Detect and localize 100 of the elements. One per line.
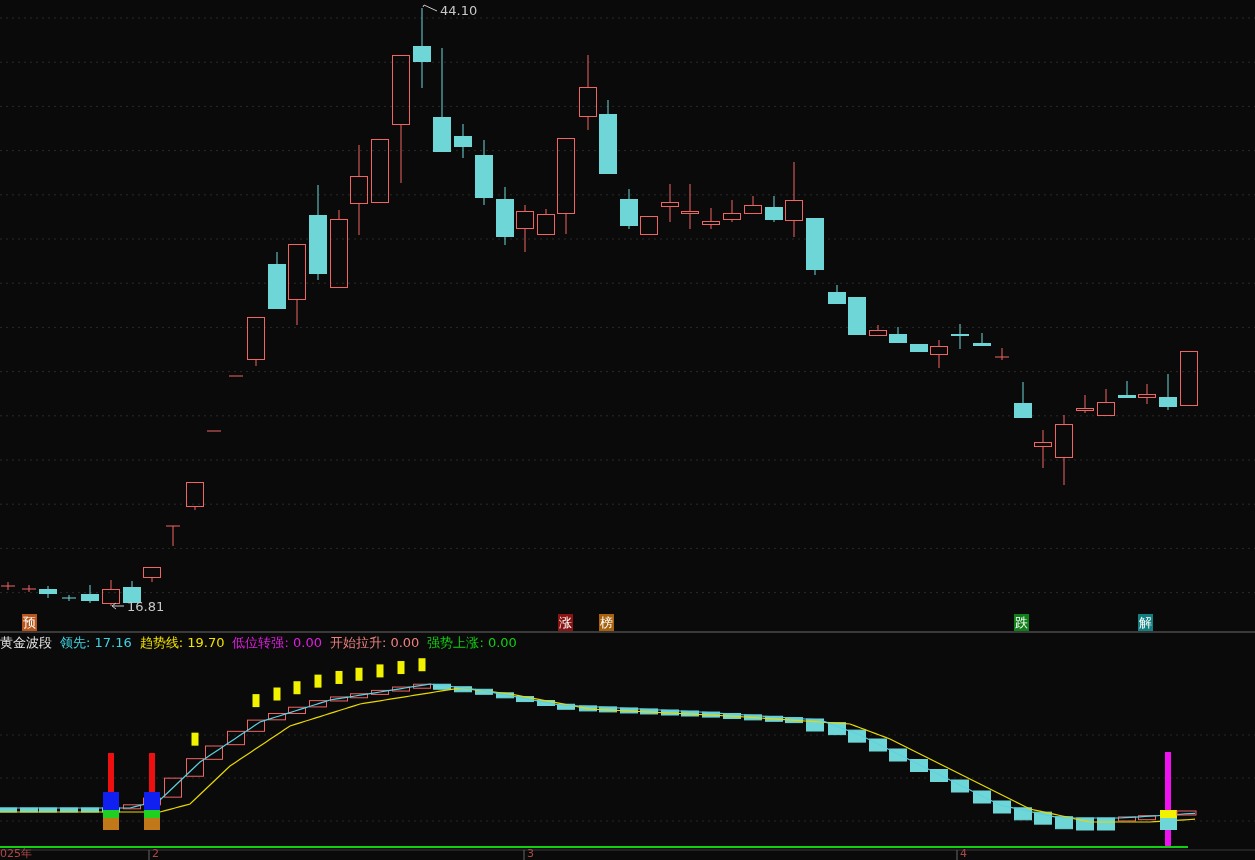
candlestick bbox=[206, 430, 222, 432]
candlestick bbox=[930, 339, 948, 369]
indicator-bar bbox=[205, 745, 223, 760]
indicator-bar bbox=[579, 705, 597, 712]
candlestick bbox=[723, 199, 741, 223]
candlestick bbox=[247, 316, 265, 367]
candlestick bbox=[81, 584, 99, 604]
axis-label: 2 bbox=[152, 848, 159, 859]
indicator-bar bbox=[973, 790, 991, 804]
indicator-bar bbox=[314, 674, 322, 688]
candlestick bbox=[186, 481, 204, 511]
indicator-bar bbox=[418, 658, 426, 672]
candlestick bbox=[661, 183, 679, 223]
candlestick bbox=[1138, 383, 1156, 405]
indicator-bar bbox=[869, 738, 887, 752]
candlestick bbox=[848, 296, 866, 336]
candlestick bbox=[828, 284, 846, 305]
indicator-bar bbox=[191, 732, 199, 746]
candlestick bbox=[1180, 350, 1198, 407]
indicator-bar bbox=[433, 683, 451, 690]
candlestick bbox=[61, 594, 77, 602]
indicator-bar bbox=[252, 694, 260, 708]
price-label: 16.81 bbox=[127, 600, 165, 614]
signal-tag: 预 bbox=[22, 614, 37, 631]
indicator-bar bbox=[60, 807, 78, 813]
indicator-bar bbox=[0, 807, 17, 813]
candlestick bbox=[165, 525, 181, 547]
signal-tag: 跌 bbox=[1014, 614, 1029, 631]
candlestick bbox=[516, 204, 534, 253]
candlestick bbox=[1118, 380, 1136, 399]
indicator-bar bbox=[309, 700, 327, 708]
indicator-bar bbox=[227, 730, 245, 746]
candlestick bbox=[910, 343, 928, 353]
indicator-bar bbox=[355, 667, 363, 681]
indicator-bar bbox=[723, 712, 741, 719]
indicator-bar bbox=[993, 800, 1011, 814]
indicator-bar bbox=[848, 729, 866, 743]
indicator-bar bbox=[392, 686, 410, 692]
candlestick bbox=[951, 323, 969, 350]
candlestick bbox=[268, 251, 286, 310]
indicator-bar bbox=[330, 696, 348, 702]
indicator-value: 低位转强: 0.00 bbox=[232, 635, 322, 651]
indicator-bar bbox=[496, 692, 514, 699]
indicator-bar bbox=[951, 779, 969, 793]
candlestick bbox=[973, 332, 991, 347]
indicator-bar bbox=[273, 687, 281, 701]
indicator-bar bbox=[765, 715, 783, 722]
signal-tag: 涨 bbox=[558, 614, 573, 631]
indicator-bar bbox=[335, 670, 343, 684]
candlestick bbox=[1159, 373, 1177, 411]
candlestick bbox=[994, 347, 1010, 361]
candlestick bbox=[496, 186, 514, 246]
indicator-bar bbox=[702, 711, 720, 718]
indicator-bar bbox=[293, 681, 301, 695]
candlestick bbox=[869, 324, 887, 337]
indicator-bar bbox=[640, 708, 658, 715]
indicator-bar bbox=[186, 758, 204, 777]
indicator-bar bbox=[930, 769, 948, 782]
candlestick bbox=[0, 581, 16, 591]
indicator-bar bbox=[371, 689, 389, 695]
candlestick bbox=[537, 208, 555, 236]
indicator-value: 趋势线: 19.70 bbox=[139, 635, 225, 651]
indicator-bar bbox=[1118, 816, 1136, 822]
indicator-bar bbox=[785, 717, 803, 724]
indicator-bar bbox=[516, 696, 534, 703]
indicator-bar bbox=[81, 807, 99, 813]
candlestick bbox=[640, 215, 658, 236]
indicator-bar bbox=[268, 713, 286, 721]
indicator-bar bbox=[288, 706, 306, 714]
indicator-bar bbox=[910, 759, 928, 772]
candlestick bbox=[475, 139, 493, 206]
candlestick bbox=[1097, 388, 1115, 417]
indicator-value: 开始拉升: 0.00 bbox=[329, 635, 420, 651]
candlestick bbox=[765, 195, 783, 223]
leader-line bbox=[422, 4, 438, 12]
indicator-name: 黄金波段 bbox=[0, 635, 52, 651]
indicator-bar bbox=[620, 707, 638, 714]
indicator-bar bbox=[247, 719, 265, 732]
indicator-bar bbox=[413, 683, 431, 689]
candlestick bbox=[21, 584, 37, 593]
indicator-bar bbox=[557, 703, 575, 710]
indicator-bar bbox=[537, 700, 555, 706]
signal-tag: 解 bbox=[1138, 614, 1153, 631]
candlestick bbox=[681, 183, 699, 230]
candlestick bbox=[744, 195, 762, 215]
candlestick bbox=[1034, 429, 1052, 469]
price-label: 44.10 bbox=[440, 4, 478, 18]
indicator-bar bbox=[397, 661, 405, 675]
indicator-value: 领先: 17.16 bbox=[60, 635, 132, 651]
candlestick bbox=[123, 580, 141, 604]
candlestick bbox=[702, 207, 720, 230]
candlestick bbox=[371, 138, 389, 204]
indicator-bar bbox=[123, 804, 141, 810]
indicator-bar bbox=[1176, 810, 1197, 816]
indicator-bar bbox=[661, 709, 679, 716]
candlestick bbox=[39, 585, 57, 599]
indicator-bar bbox=[454, 686, 472, 693]
candlestick bbox=[806, 217, 824, 276]
indicator-value: 强势上涨: 0.00 bbox=[427, 635, 517, 651]
indicator-bar bbox=[164, 777, 182, 798]
